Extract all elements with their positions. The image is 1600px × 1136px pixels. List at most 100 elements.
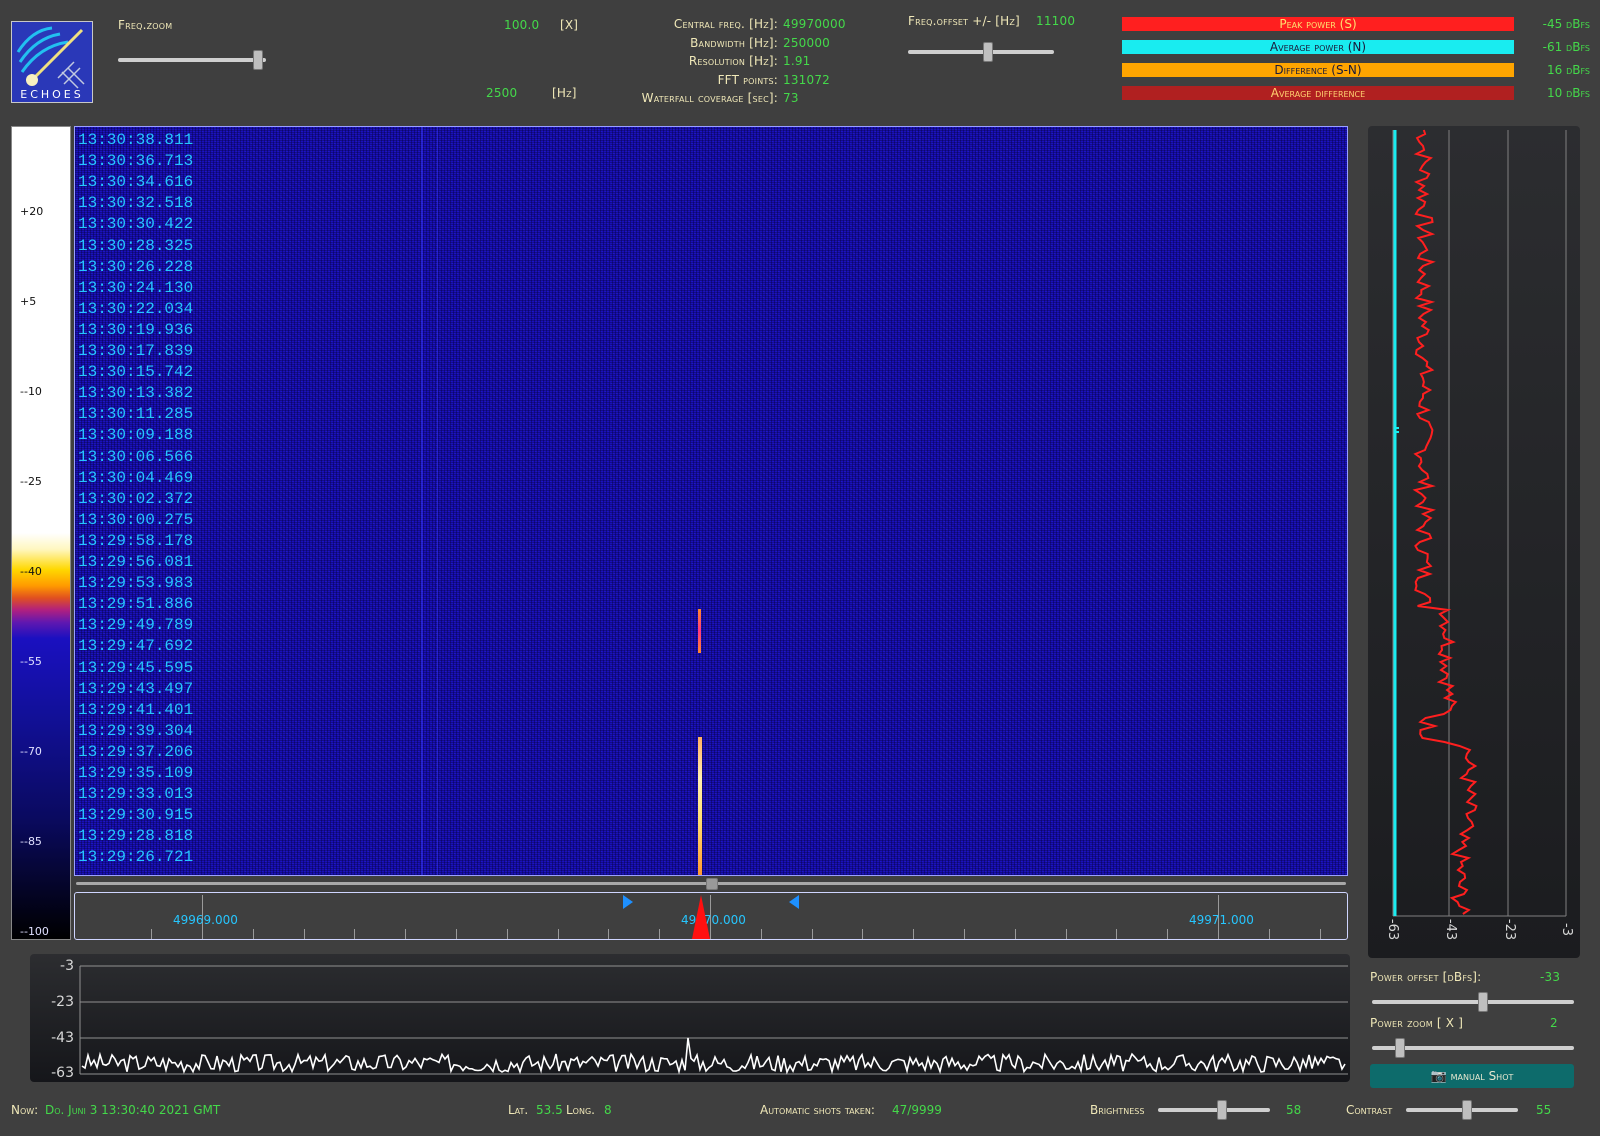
timestamp-label: 13:29:37.206 — [78, 742, 194, 761]
waterfall-coverage-label: Waterfall coverage [sec]: — [641, 91, 778, 105]
color-scale-label: --100 — [20, 925, 49, 938]
center-frequency-marker — [692, 895, 710, 939]
spectrum-tick-label: -63 — [51, 1065, 74, 1081]
freq-offset-label: Freq.offset +/- [Hz] — [908, 14, 1020, 28]
fft-points-value: 131072 — [783, 72, 831, 87]
power-offset-slider[interactable] — [1372, 992, 1574, 1012]
central-freq-label: Central freq. [Hz]: — [673, 17, 778, 31]
color-scale: +20 +5 --10 --25 --40 --55 --70 --85 --100 — [11, 126, 71, 940]
slider-thumb[interactable] — [982, 42, 993, 62]
params-labels: Central freq. [Hz]: Bandwidth [Hz]: Reso… — [600, 15, 778, 108]
power-tick-label: -43 — [1443, 918, 1459, 941]
timestamp-label: 13:29:45.595 — [78, 658, 194, 677]
timestamp-label: 13:30:28.325 — [78, 236, 194, 255]
peak-power-trace — [1412, 129, 1478, 915]
timestamp-label: 13:30:04.469 — [78, 468, 194, 487]
freq-zoom-hz-value: 2500 — [486, 86, 518, 100]
timestamp-label: 13:29:47.692 — [78, 637, 194, 656]
params-values: 49970000 250000 1.91 131072 73 — [783, 15, 846, 108]
brightness-label: Brightness — [1090, 1103, 1145, 1117]
bandwidth-value: 250000 — [783, 35, 831, 50]
band-start-marker-icon[interactable] — [623, 895, 633, 909]
slider-track — [1158, 1108, 1270, 1112]
timestamp-label: 13:30:09.188 — [78, 426, 194, 445]
color-scale-label: --85 — [20, 835, 42, 848]
frequency-tick — [354, 929, 356, 939]
timestamp-label: 13:29:33.013 — [78, 785, 194, 804]
timestamp-label: 13:30:26.228 — [78, 257, 194, 276]
timestamp-label: 13:29:51.886 — [78, 595, 194, 614]
frequency-scroll-slider[interactable] — [76, 874, 1346, 894]
timestamp-label: 13:30:34.616 — [78, 173, 194, 192]
frequency-tick — [1268, 929, 1270, 939]
freq-offset-slider[interactable] — [908, 42, 1054, 62]
frequency-tick — [964, 929, 965, 939]
freq-axis-label: 49969.000 — [173, 913, 238, 927]
slider-thumb[interactable] — [1395, 1038, 1406, 1058]
slider-track — [908, 50, 1054, 54]
frequency-tick — [913, 929, 915, 939]
peak-power-value: -45 dBfs — [1542, 17, 1590, 31]
frequency-axis[interactable]: 49969.000 49970.000 49971.000 — [74, 892, 1348, 940]
freq-offset-value: 11100 — [1036, 14, 1076, 28]
timestamp-label: 13:30:00.275 — [78, 510, 194, 529]
manual-shot-button[interactable]: 📷 manual Shot — [1370, 1064, 1574, 1088]
timestamp-label: 13:29:49.789 — [78, 616, 194, 635]
frequency-tick — [1167, 929, 1169, 939]
manual-shot-label: manual Shot — [1450, 1069, 1514, 1083]
timestamp-label: 13:29:35.109 — [78, 764, 194, 782]
band-end-marker-icon[interactable] — [789, 895, 799, 909]
contrast-slider[interactable] — [1406, 1100, 1518, 1120]
frequency-tick — [252, 929, 254, 939]
waterfall-coverage-value: 73 — [783, 91, 799, 105]
slider-thumb[interactable] — [1477, 992, 1488, 1012]
slider-thumb[interactable] — [706, 878, 718, 890]
frequency-tick — [760, 929, 762, 939]
meteor-echo-trace — [698, 737, 702, 875]
lat-value: 53.5 — [536, 1103, 563, 1117]
timestamp-label: 13:29:28.818 — [78, 827, 194, 846]
frequency-tick — [303, 929, 305, 939]
timestamp-label: 13:30:13.382 — [78, 384, 194, 403]
power-offset-value: -33 — [1540, 970, 1561, 984]
power-tick-label: -3 — [1558, 923, 1574, 936]
camera-icon: 📷 — [1430, 1069, 1447, 1084]
color-scale-label: --70 — [20, 745, 42, 758]
freq-zoom-slider[interactable] — [118, 50, 266, 70]
slider-thumb[interactable] — [1217, 1100, 1228, 1120]
frequency-tick — [151, 929, 153, 939]
bandwidth-label: Bandwidth [Hz]: — [690, 35, 778, 50]
timestamp-label: 13:30:38.811 — [78, 131, 194, 149]
waterfall-display[interactable]: 13:30:38.811 13:30:36.713 13:30:34.616 13:3… — [74, 126, 1348, 876]
slider-thumb[interactable] — [1462, 1100, 1473, 1120]
brightness-slider[interactable] — [1158, 1100, 1270, 1120]
fft-points-label: FFT points: — [717, 72, 778, 87]
brightness-value: 58 — [1286, 1103, 1302, 1117]
timestamp-label: 13:29:30.915 — [78, 806, 194, 825]
freq-axis-label: 49971.000 — [1189, 913, 1254, 927]
lat-label: Lat. — [508, 1103, 529, 1117]
power-tick-label: -63 — [1385, 918, 1401, 941]
power-zoom-slider[interactable] — [1372, 1038, 1574, 1058]
timestamp-label: 13:30:24.130 — [78, 278, 194, 297]
logo-text: ECHOES — [20, 88, 84, 101]
color-scale-label: +20 — [20, 205, 44, 218]
freq-axis-label: 49970.000 — [681, 913, 746, 927]
frequency-tick — [659, 929, 661, 939]
slider-thumb[interactable] — [253, 50, 264, 70]
timestamp-label: 13:30:17.839 — [78, 342, 194, 360]
difference-value: 16 dBfs — [1546, 63, 1590, 77]
timestamp-label: 13:30:02.372 — [78, 489, 194, 508]
contrast-label: Contrast — [1346, 1103, 1393, 1117]
frequency-tick — [811, 929, 813, 939]
power-tick-label: -23 — [1502, 918, 1518, 941]
freq-zoom-label: Freq.zoom — [118, 18, 173, 32]
average-power-legend: Average power (N) — [1122, 40, 1514, 54]
timestamp-label: 13:29:53.983 — [78, 574, 194, 593]
color-scale-label: --10 — [20, 385, 42, 398]
difference-legend: Difference (S-N) — [1122, 63, 1514, 77]
timestamp-label: 13:29:56.081 — [78, 553, 194, 571]
spectrum-tick-label: -43 — [51, 1030, 74, 1046]
spectrum-chart — [79, 965, 1348, 1075]
shots-label: Automatic shots taken: — [760, 1103, 875, 1117]
